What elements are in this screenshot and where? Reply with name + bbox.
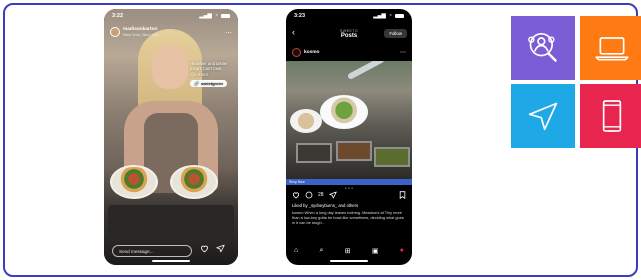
home-indicator [330,260,368,262]
post-photo[interactable] [286,61,412,179]
post-phone-mockup: 3:23 ▂▄▆ ◔ ‹ SWEETG Posts Follow kosmo ⋯… [286,9,412,265]
post-caption: kosmo When a long day leaves nothing. Me… [292,210,404,226]
post-actions: 28 [292,191,406,199]
link-icon: 🔗 [194,80,199,86]
caption-overlay: Healthier and tastier meal? Can't beat @… [190,61,228,87]
more-options-icon[interactable]: ⋯ [400,49,406,56]
link-sticker[interactable]: 🔗 sweetgreen [190,79,227,87]
message-placeholder: Send message... [119,248,154,254]
status-bar: 3:22 ▂▄▆ ◔ [104,9,238,23]
reel-location[interactable]: New York, New York [123,32,159,37]
send-icon [528,102,558,131]
bookmark-icon[interactable] [399,191,406,199]
back-chevron-icon[interactable]: ‹ [292,27,295,37]
laptop-tile [580,16,641,80]
signal-icon: ▂▄▆ [373,13,386,19]
bottom-tab-bar: ⌂ ⌕ ⊞ ▣ ● [294,247,404,255]
follow-button[interactable]: Follow [384,29,407,38]
shop-icon[interactable]: ▣ [372,247,379,255]
mobile-tile [580,84,641,148]
battery-icon [395,14,404,18]
add-post-icon[interactable]: ⊞ [345,247,351,255]
home-icon[interactable]: ⌂ [294,247,298,255]
shop-now-label: Shop Now [289,180,305,184]
send-message-input[interactable]: Send message... [112,245,192,257]
share-icon[interactable] [328,191,337,199]
battery-icon [221,14,230,18]
comment-icon[interactable] [305,191,313,199]
signal-icon: ▂▄▆ [199,13,212,19]
status-time: 3:22 [112,13,124,19]
shop-now-bar[interactable]: Shop Now [286,179,412,185]
wifi-icon: ◔ [388,13,392,19]
avatar[interactable] [110,27,120,37]
status-bar: 3:23 ▂▄▆ ◔ [286,9,412,23]
overlay-text: Healthier and tastier meal? Can't beat @… [190,61,228,77]
share-icon[interactable] [216,244,225,253]
user-search-icon [528,33,557,62]
search-icon[interactable]: ⌕ [320,247,324,255]
heart-icon[interactable] [200,244,209,253]
brand-avatar[interactable] [292,48,301,57]
nav-title: Posts [340,33,358,39]
liked-by-text[interactable]: Liked by _sydneyburns_ and others [292,203,406,208]
laptop-icon [595,37,629,61]
reel-phone-mockup: 3:22 ▂▄▆ ◔ madisonkarton New York, New Y… [104,9,238,265]
reel-photo [104,9,238,265]
post-username[interactable]: kosmo [304,50,319,55]
post-header: kosmo ⋯ [292,48,406,57]
home-indicator [152,260,190,262]
status-time: 3:23 [294,13,306,19]
post-nav-bar: ‹ SWEETG Posts Follow [286,23,412,45]
send-tile [511,84,575,148]
research-tile [511,16,575,80]
profile-avatar-icon[interactable]: ● [400,247,404,255]
link-sticker-label: sweetgreen [200,80,223,86]
reel-header: madisonkarton New York, New York [110,27,159,37]
smartphone-icon [602,100,622,132]
comment-count: 28 [318,192,324,198]
wifi-icon: ◔ [214,13,218,19]
heart-icon[interactable] [292,191,300,199]
more-options-icon[interactable]: ⋯ [225,29,232,37]
